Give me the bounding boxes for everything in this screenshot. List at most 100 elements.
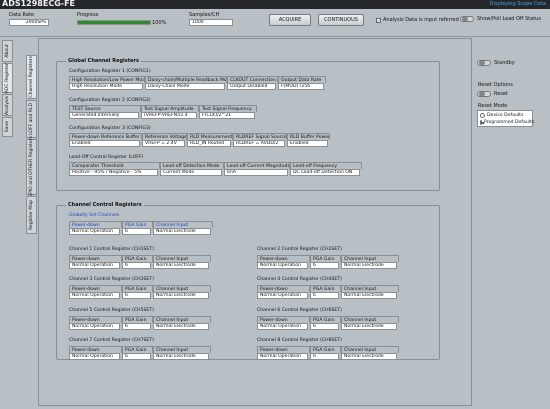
- config3-header-rldref: RLDREF Signal Source: [233, 133, 287, 140]
- tab-save[interactable]: Save: [2, 117, 13, 137]
- subtab-register-map[interactable]: Register Map: [26, 196, 37, 234]
- ch4-title: Channel 4 Control Register (CH4SET): [257, 277, 342, 282]
- config1-header-datarate: Output Data Rate: [278, 76, 326, 83]
- global-registers-title: Global Channel Registers: [66, 58, 141, 64]
- loff-frequency-select[interactable]: DC Lead-off Detection ON: [290, 169, 360, 176]
- acquire-button[interactable]: ACQUIRE: [269, 14, 311, 26]
- ch8-title: Channel 8 Control Register (CH8SET): [257, 338, 342, 343]
- config2-test-source-select[interactable]: Generated Internally: [69, 112, 139, 119]
- reset-toggle-icon[interactable]: [477, 91, 491, 97]
- config2-amplitude-select[interactable]: (VREFP-VREFN)/2.4: [141, 112, 197, 119]
- config2-header-test-source: TEST Source: [69, 105, 141, 112]
- tab-analysis[interactable]: Analysis: [2, 94, 13, 116]
- analysis-checkbox[interactable]: ✓ Analysis Data is input referred: [376, 17, 459, 23]
- ch6-header-pga: PGA Gain: [310, 316, 341, 323]
- progress-text: 100%: [152, 20, 167, 26]
- global-powerdown-select[interactable]: Normal Operation: [69, 228, 120, 235]
- data-rate-field[interactable]: 2000SPS: [9, 19, 49, 26]
- ch5-header-pga: PGA Gain: [122, 316, 153, 323]
- ch3-header-pga: PGA Gain: [122, 285, 153, 292]
- loff-threshold-select[interactable]: Positive - 95% / Negative - 5%: [69, 169, 158, 176]
- config2-title: Configuration Register 2 (CONFIG2): [69, 98, 151, 103]
- config3-rldmeas-select[interactable]: RLD_IN Routed: [187, 140, 231, 147]
- radio-selected-icon[interactable]: [480, 120, 484, 125]
- standby-control[interactable]: Standby: [477, 60, 515, 66]
- config1-header-clkout: CLKOUT Connection: [227, 76, 278, 83]
- config1-resolution-select[interactable]: High Resolution Mode: [69, 83, 143, 90]
- global-header-pga: PGA Gain: [122, 221, 153, 228]
- ch3-header-powerdown: Power-down: [69, 285, 122, 292]
- config1-header-resolution: High Resolution/Low Power Mode: [69, 76, 145, 83]
- ch7-header-input: Channel Input: [153, 346, 211, 353]
- subtab-channel-registers[interactable]: Channel Registers: [26, 55, 37, 99]
- ch2-pga-select[interactable]: 6: [310, 262, 339, 269]
- ch3-powerdown-select[interactable]: Normal Operation: [69, 292, 120, 299]
- config3-header-refbuf: Power-down Reference Buffer: [69, 133, 142, 140]
- config3-rldbuf-select[interactable]: Enabled: [287, 140, 328, 147]
- radio-icon[interactable]: [480, 113, 485, 118]
- progress-label: Progress: [77, 12, 99, 18]
- config1-datarate-select[interactable]: F(MOD) /256: [278, 83, 324, 90]
- global-header-input: Channel Input: [153, 221, 213, 228]
- ch4-pga-select[interactable]: 6: [310, 292, 339, 299]
- standby-label: Standby: [494, 60, 515, 66]
- subtab-gpio-other[interactable]: GPIO and OTHER Registers: [26, 136, 37, 198]
- ch1-input-select[interactable]: Normal Electrode: [153, 262, 209, 269]
- ch3-pga-select[interactable]: 6: [122, 292, 151, 299]
- leadoff-status-label: Show/Poll Lead Off Status: [477, 16, 541, 22]
- ch2-input-select[interactable]: Normal Electrode: [341, 262, 397, 269]
- ch8-pga-select[interactable]: 6: [310, 353, 339, 360]
- toggle-switch-icon[interactable]: [460, 16, 474, 22]
- samples-field[interactable]: 1000: [189, 19, 233, 26]
- ch2-powerdown-select[interactable]: Normal Operation: [257, 262, 308, 269]
- loff-current-select[interactable]: 6nA: [224, 169, 288, 176]
- ch7-header-pga: PGA Gain: [122, 346, 153, 353]
- ch4-input-select[interactable]: Normal Electrode: [341, 292, 397, 299]
- config2-frequency-select[interactable]: F(CLK)/2^21: [199, 112, 255, 119]
- ch4-header-powerdown: Power-down: [257, 285, 310, 292]
- ch7-powerdown-select[interactable]: Normal Operation: [69, 353, 120, 360]
- config3-rldref-select[interactable]: RLDREF = AVDD/2: [233, 140, 285, 147]
- ch7-pga-select[interactable]: 6: [122, 353, 151, 360]
- ch1-powerdown-select[interactable]: Normal Operation: [69, 262, 120, 269]
- app-title: ADS1298ECG-FE: [2, 0, 76, 8]
- continuous-button[interactable]: CONTINUOUS: [318, 14, 364, 26]
- data-rate-label: Data Rate: [9, 12, 34, 18]
- ch7-input-select[interactable]: Normal Electrode: [153, 353, 209, 360]
- reset-control[interactable]: Reset: [477, 91, 508, 97]
- tab-about[interactable]: About: [2, 40, 13, 62]
- ch6-header-input: Channel Input: [341, 316, 399, 323]
- ch8-header-powerdown: Power-down: [257, 346, 310, 353]
- ch1-pga-select[interactable]: 6: [122, 262, 151, 269]
- subtab-loff-rld[interactable]: LOFF and RLD: [26, 100, 37, 138]
- config1-clkout-select[interactable]: Output Disabled: [227, 83, 276, 90]
- ch5-powerdown-select[interactable]: Normal Operation: [69, 323, 120, 330]
- ch3-input-select[interactable]: Normal Electrode: [153, 292, 209, 299]
- loff-mode-select[interactable]: Current Mode: [160, 169, 222, 176]
- ch1-header-input: Channel Input: [153, 255, 211, 262]
- reset-mode-device[interactable]: Device Defaults: [480, 112, 530, 119]
- ch8-powerdown-select[interactable]: Normal Operation: [257, 353, 308, 360]
- config3-refbuf-select[interactable]: Enabled: [69, 140, 140, 147]
- ch7-title: Channel 7 Control Register (CH7SET): [69, 338, 154, 343]
- global-pga-select[interactable]: 6: [122, 228, 151, 235]
- leadoff-status-toggle[interactable]: Show/Poll Lead Off Status: [460, 16, 541, 22]
- ch8-input-select[interactable]: Normal Electrode: [341, 353, 397, 360]
- ch4-powerdown-select[interactable]: Normal Operation: [257, 292, 308, 299]
- config3-refvolt-select[interactable]: VREFP = 2.4V: [142, 140, 185, 147]
- ch5-input-select[interactable]: Normal Electrode: [153, 323, 209, 330]
- standby-toggle-icon[interactable]: [477, 60, 491, 66]
- samples-label: Samples/CH: [189, 12, 220, 18]
- ch6-input-select[interactable]: Normal Electrode: [341, 323, 397, 330]
- ch5-pga-select[interactable]: 6: [122, 323, 151, 330]
- tab-adc-register[interactable]: ADC Register: [2, 63, 13, 93]
- check-icon[interactable]: ✓: [376, 17, 381, 23]
- reset-label: Reset: [494, 91, 508, 97]
- global-input-select[interactable]: Normal Electrode: [153, 228, 211, 235]
- reset-mode-programmed[interactable]: Programmed Defaults: [480, 119, 534, 126]
- ch6-pga-select[interactable]: 6: [310, 323, 339, 330]
- config1-daisy-select[interactable]: Daisy-Chain Mode: [145, 83, 225, 90]
- global-header-powerdown: Power-down: [69, 221, 122, 228]
- ch5-header-powerdown: Power-down: [69, 316, 122, 323]
- ch6-powerdown-select[interactable]: Normal Operation: [257, 323, 308, 330]
